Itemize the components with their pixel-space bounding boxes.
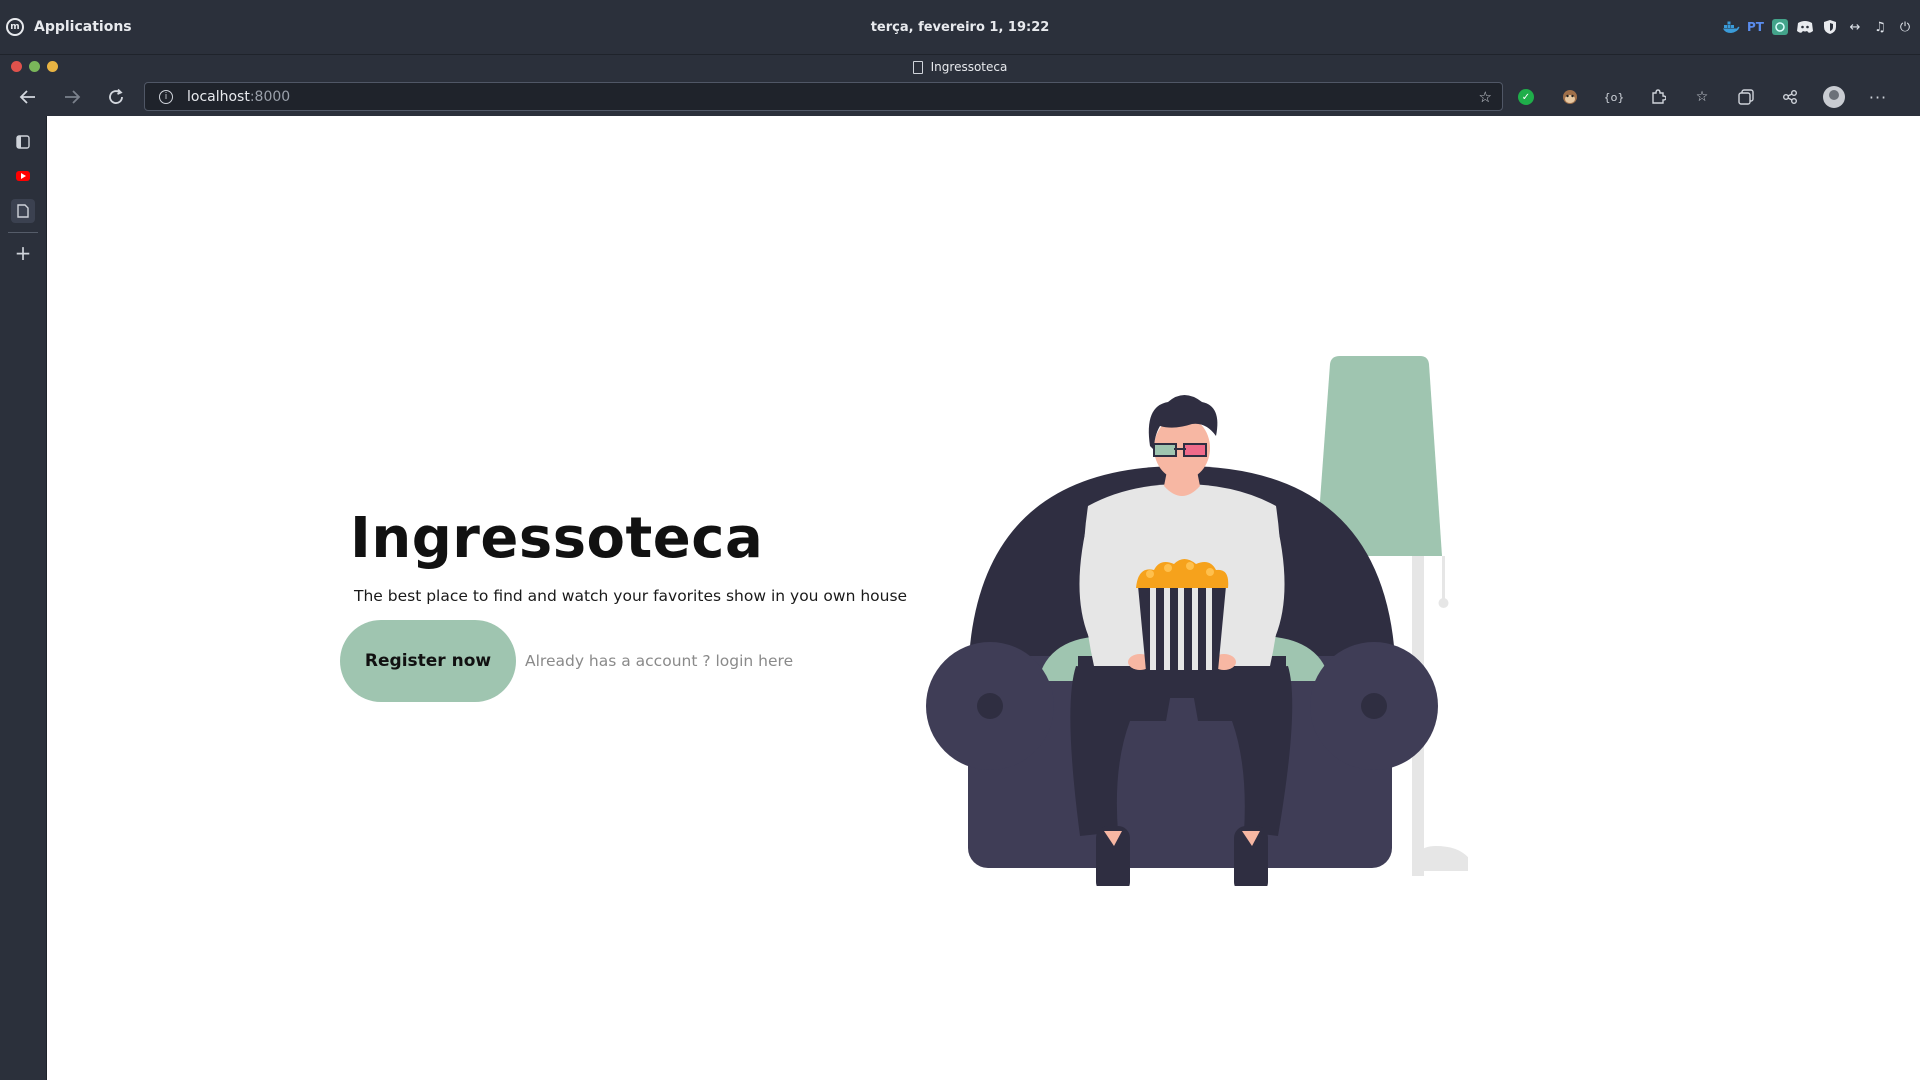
share-icon[interactable] [1778, 85, 1802, 109]
system-tray: PT ↔ ♫ ⏻ [1722, 0, 1914, 54]
applications-menu[interactable]: Applications [34, 19, 132, 35]
browser-title-bar: Ingressoteca [0, 54, 1920, 78]
network-arrows-icon[interactable]: ↔ [1846, 18, 1864, 36]
youtube-icon[interactable] [11, 164, 35, 188]
extensions-bar: ✓ {o} ☆ ··· [1514, 78, 1890, 116]
register-button[interactable]: Register now [340, 620, 516, 702]
forward-button[interactable] [58, 83, 86, 111]
login-link[interactable]: Already has a account ? login here [525, 652, 793, 670]
os-menu[interactable]: m Applications [0, 0, 132, 54]
shield-icon[interactable] [1821, 18, 1839, 36]
monkey-extension-icon[interactable] [1558, 85, 1582, 109]
popcorn-bucket [1136, 559, 1229, 671]
check-extension-icon[interactable]: ✓ [1514, 85, 1538, 109]
network-app-icon[interactable] [1771, 18, 1789, 36]
person-on-sofa-illustration [926, 356, 1468, 886]
os-logo-icon[interactable]: m [6, 18, 24, 36]
keyboard-layout-indicator[interactable]: PT [1747, 20, 1764, 34]
more-menu-icon[interactable]: ··· [1866, 85, 1890, 109]
site-info-icon[interactable]: i [159, 89, 173, 104]
favorites-icon[interactable]: ☆ [1690, 85, 1714, 109]
page-icon[interactable] [11, 199, 35, 223]
page-title: Ingressoteca [350, 506, 764, 571]
reload-button[interactable] [102, 83, 130, 111]
power-icon[interactable]: ⏻ [1896, 18, 1914, 36]
browser-sidebar: + [0, 116, 47, 1080]
discord-icon[interactable] [1796, 18, 1814, 36]
docker-icon[interactable] [1722, 18, 1740, 36]
address-bar[interactable]: i localhost:8000 ☆ [144, 82, 1503, 111]
tab-title: Ingressoteca [930, 60, 1008, 74]
profile-avatar[interactable] [1822, 85, 1846, 109]
browser-toolbar: i localhost:8000 ☆ ✓ {o} ☆ ··· [0, 78, 1920, 116]
page-icon [912, 60, 923, 74]
code-extension-icon[interactable]: {o} [1602, 85, 1626, 109]
url-text[interactable]: localhost:8000 [187, 89, 290, 105]
music-icon[interactable]: ♫ [1871, 18, 1889, 36]
add-favorite-icon[interactable]: ☆ [1479, 88, 1492, 106]
active-tab[interactable]: Ingressoteca [0, 55, 1920, 79]
back-button[interactable] [14, 83, 42, 111]
tab-actions-icon[interactable] [11, 130, 35, 154]
sidebar-divider [8, 232, 38, 233]
os-clock[interactable]: terça, fevereiro 1, 19:22 [0, 0, 1920, 54]
os-top-bar: m Applications terça, fevereiro 1, 19:22… [0, 0, 1920, 54]
add-icon[interactable]: + [11, 241, 35, 265]
page-subtitle: The best place to find and watch your fa… [354, 587, 908, 605]
collections-icon[interactable] [1734, 85, 1758, 109]
page-content: Ingressoteca The best place to find and … [48, 116, 1920, 1080]
puzzle-extensions-icon[interactable] [1646, 85, 1670, 109]
